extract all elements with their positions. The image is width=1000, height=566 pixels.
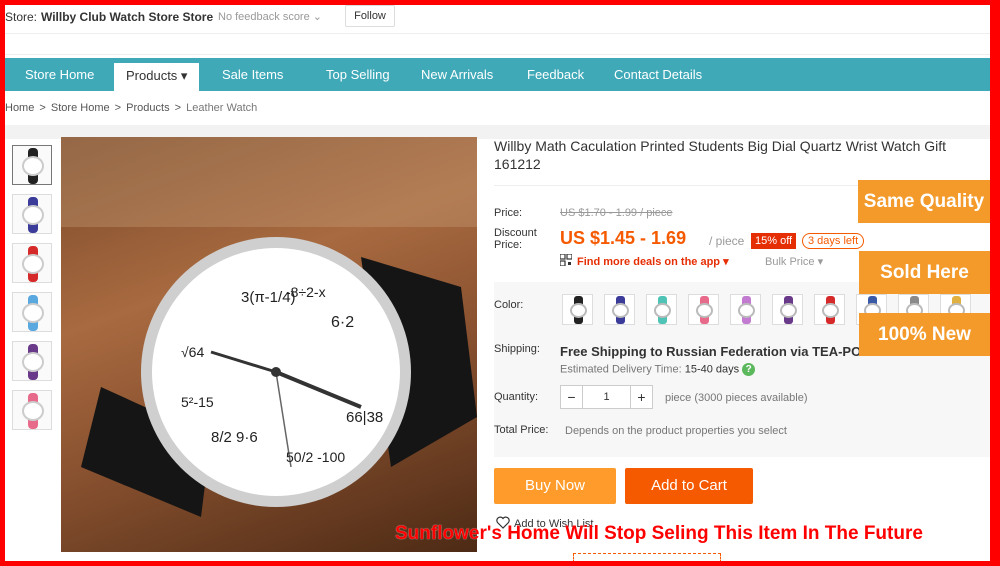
app-deals-link[interactable]: Find more deals on the app ▾: [577, 255, 729, 268]
page-frame: Store: Willby Club Watch Store Store No …: [5, 5, 990, 561]
dial-mark: 8/2 9·6: [211, 429, 258, 446]
dial-mark: 5²-15: [181, 394, 214, 410]
store-bar: Store: Willby Club Watch Store Store No …: [5, 5, 990, 31]
quantity-decrease-button[interactable]: −: [561, 386, 583, 408]
shipping-method[interactable]: Free Shipping to Russian Federation via …: [560, 344, 878, 359]
dial-mark: -8÷2-x: [286, 284, 326, 300]
nav-sale-items[interactable]: Sale Items: [222, 58, 283, 91]
follow-button[interactable]: Follow: [345, 5, 395, 27]
quantity-label: Quantity:: [494, 391, 539, 403]
crumb-sep: >: [174, 102, 182, 114]
watch-illustration: 3(π-1/4) -8÷2-x 6·2 √64 5²-15 8/2 9·6 50…: [61, 137, 477, 517]
discount-price-label: Discount Price:: [494, 227, 537, 251]
thumbnail-list: [12, 145, 54, 439]
delivery-value: 15-40 days: [684, 363, 740, 376]
bulk-price-link[interactable]: Bulk Price ▾: [765, 255, 823, 268]
swatch-dial: [780, 303, 797, 318]
dial-mark: 6·2: [331, 314, 354, 331]
store-nav: Store Home Products ▾ Sale Items Top Sel…: [5, 58, 990, 91]
thumb-dial: [22, 401, 44, 421]
thumbnail[interactable]: [12, 341, 52, 381]
quantity-availability: piece (3000 pieces available): [665, 392, 808, 404]
store-name-link[interactable]: Willby Club Watch Store Store: [41, 10, 213, 24]
nav-feedback[interactable]: Feedback: [527, 58, 584, 91]
color-swatch[interactable]: [562, 294, 593, 325]
quantity-increase-button[interactable]: +: [630, 386, 652, 408]
color-swatch[interactable]: [646, 294, 677, 325]
delivery-time: Estimated Delivery Time: 15-40 days ?: [560, 363, 756, 376]
thumbnail[interactable]: [12, 194, 52, 234]
thumb-dial: [22, 303, 44, 323]
thumb-dial: [22, 352, 44, 372]
promo-banner-text: Sunflower's Home Will Stop Seling This I…: [395, 523, 923, 544]
crumb-store-home[interactable]: Store Home: [51, 102, 110, 114]
nav-contact-details[interactable]: Contact Details: [614, 58, 702, 91]
swatch-dial: [738, 303, 755, 318]
qr-code-icon: [560, 254, 572, 266]
shipping-label: Shipping:: [494, 343, 540, 355]
dial-mark: √64: [181, 344, 204, 360]
days-left-badge: 3 days left: [802, 233, 865, 249]
header-strip: [5, 33, 990, 55]
nav-top-selling[interactable]: Top Selling: [326, 58, 390, 91]
thumb-dial: [22, 156, 44, 176]
color-swatch[interactable]: [772, 294, 803, 325]
nav-products[interactable]: Products ▾: [114, 63, 200, 91]
total-price-note: Depends on the product properties you se…: [565, 425, 787, 437]
nav-new-arrivals[interactable]: New Arrivals: [421, 58, 493, 91]
sku-box-edge: [573, 553, 721, 561]
breadcrumb: Home > Store Home > Products > Leather W…: [5, 102, 259, 114]
question-icon[interactable]: ?: [742, 363, 756, 376]
thumb-dial: [22, 205, 44, 225]
quantity-input[interactable]: 1: [583, 386, 630, 408]
product-details: Willby Math Caculation Printed Students …: [494, 137, 990, 530]
thumbnail[interactable]: [12, 292, 52, 332]
discount-price: US $1.45 - 1.69: [560, 228, 687, 248]
color-swatch[interactable]: [814, 294, 845, 325]
nav-store-home[interactable]: Store Home: [25, 58, 94, 91]
product-title: Willby Math Caculation Printed Students …: [494, 138, 947, 172]
feedback-score[interactable]: No feedback score ⌄: [218, 10, 322, 23]
thumb-dial: [22, 254, 44, 274]
center-pin: [271, 367, 281, 377]
quantity-stepper: − 1 +: [560, 385, 653, 409]
dial-mark: 50/2 -100: [286, 449, 345, 465]
crumb-sep: >: [39, 102, 46, 114]
delivery-label: Estimated Delivery Time:: [560, 363, 682, 376]
buy-now-button[interactable]: Buy Now: [494, 468, 616, 504]
main-product-image[interactable]: 3(π-1/4) -8÷2-x 6·2 √64 5²-15 8/2 9·6 50…: [61, 137, 477, 552]
price-label: Price:: [494, 207, 523, 219]
price-unit: / piece: [709, 234, 745, 248]
background-book: [61, 137, 477, 227]
thumbnail[interactable]: [12, 145, 52, 185]
add-to-cart-button[interactable]: Add to Cart: [625, 468, 753, 504]
swatch-dial: [696, 303, 713, 318]
color-label: Color:: [494, 299, 524, 311]
crumb-sep: >: [114, 102, 122, 114]
thumbnail[interactable]: [12, 243, 52, 283]
swatch-dial: [570, 303, 587, 318]
color-swatch[interactable]: [604, 294, 635, 325]
store-label: Store:: [5, 10, 38, 24]
color-swatch[interactable]: [688, 294, 719, 325]
total-price-label: Total Price:: [494, 424, 549, 436]
crumb-home[interactable]: Home: [5, 102, 34, 114]
sold-here-badge: Sold Here: [859, 251, 990, 294]
original-price: US $1.70 - 1.99 / piece: [560, 207, 673, 219]
new-badge: 100% New: [859, 313, 990, 356]
discount-badge: 15% off: [751, 233, 797, 249]
thumbnail[interactable]: [12, 390, 52, 430]
swatch-dial: [654, 303, 671, 318]
crumb-products[interactable]: Products: [126, 102, 169, 114]
swatch-dial: [612, 303, 629, 318]
color-swatch[interactable]: [730, 294, 761, 325]
crumb-current: Leather Watch: [186, 102, 258, 114]
swatch-dial: [822, 303, 839, 318]
dial-mark: 66|38: [346, 409, 383, 426]
same-quality-badge: Same Quality: [858, 180, 990, 223]
